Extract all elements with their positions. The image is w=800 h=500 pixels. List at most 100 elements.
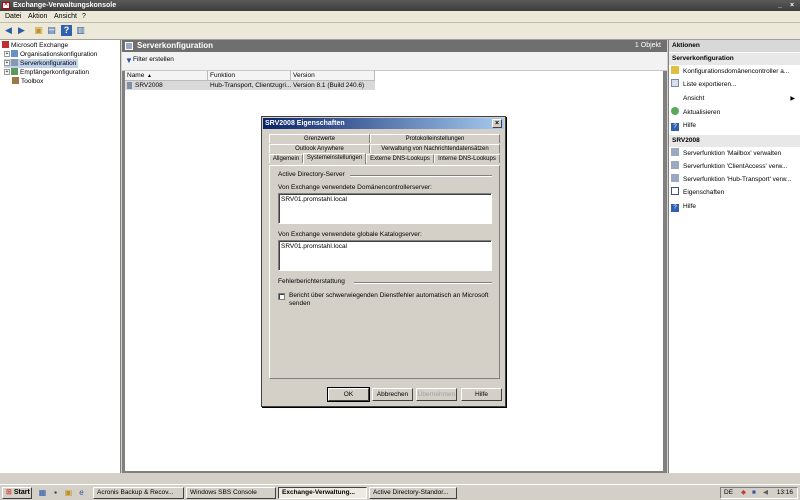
clock: 13:16 xyxy=(776,489,793,496)
help-icon[interactable]: ? xyxy=(61,25,72,36)
column-header-name[interactable]: Name ▲ xyxy=(125,71,208,81)
column-header-version[interactable]: Version xyxy=(291,71,375,81)
window-title: Exchange-Verwaltungskonsole xyxy=(13,2,117,9)
action-manage-hubtransport[interactable]: Serverfunktion 'Hub-Transport' verw... xyxy=(671,174,799,186)
task-ad-sites[interactable]: Active Directory-Standor... xyxy=(369,487,457,499)
tab-outlook-anywhere[interactable]: Outlook Anywhere xyxy=(269,144,370,153)
close-icon[interactable]: × xyxy=(492,119,502,128)
ok-button[interactable]: OK xyxy=(327,387,370,402)
dc-config-icon xyxy=(671,66,679,74)
tab-interne-dns[interactable]: Interne DNS-Lookups xyxy=(434,154,500,163)
action-help-2[interactable]: ? Hilfe xyxy=(671,201,799,213)
actions-section-serverkonfiguration[interactable]: Serverkonfiguration xyxy=(669,53,800,65)
explorer-icon[interactable]: ▣ xyxy=(64,488,73,497)
show-hide-tree-icon[interactable]: ▤ xyxy=(46,25,57,36)
tree-item-toolbox[interactable]: Toolbox xyxy=(12,77,43,86)
error-report-label-line2: senden xyxy=(289,300,311,307)
action-manage-mailbox[interactable]: Serverfunktion 'Mailbox' verwalten xyxy=(671,148,799,160)
object-count: 1 Objekt xyxy=(634,42,661,49)
powershell-icon[interactable]: ▪ xyxy=(51,488,60,497)
toolbox-icon xyxy=(12,77,19,84)
tree-item-serverkonfiguration[interactable]: + Serverkonfiguration xyxy=(4,59,79,68)
dc-server-list[interactable]: SRV01.promstahl.local xyxy=(278,193,492,224)
group-divider xyxy=(350,175,492,177)
column-header-funktion[interactable]: Funktion xyxy=(208,71,291,81)
action-pane-icon[interactable]: ▥ xyxy=(75,25,86,36)
tab-allgemein[interactable]: Allgemein xyxy=(269,154,303,163)
dialog-title: SRV2008 Eigenschaften xyxy=(265,120,345,127)
table-row[interactable]: SRV2008 Hub-Transport, Clientzugri... Ve… xyxy=(125,81,375,90)
action-manage-clientaccess[interactable]: Serverfunktion 'ClientAccess' verw... xyxy=(671,161,799,173)
filter-create-link[interactable]: Filter erstellen xyxy=(133,56,174,63)
windows-logo-icon: ⊞ xyxy=(6,489,12,496)
error-report-checkbox[interactable] xyxy=(278,293,285,300)
properties-icon xyxy=(671,187,679,195)
error-report-label-line1: Bericht über schwerwiegenden Dienstfehle… xyxy=(289,292,489,299)
group-divider xyxy=(354,282,492,284)
forward-icon[interactable]: ▶ xyxy=(16,25,27,36)
exchange-icon xyxy=(2,41,9,48)
dialog-titlebar: SRV2008 Eigenschaften × xyxy=(263,118,504,129)
tree-item-organisationskonfiguration[interactable]: + Organisationskonfiguration xyxy=(4,50,97,59)
action-help[interactable]: ? Hilfe xyxy=(671,120,799,132)
menu-bar: Datei Aktion Ansicht ? xyxy=(0,11,800,23)
window-titlebar: ✕ Exchange-Verwaltungskonsole _ × xyxy=(0,0,800,11)
menu-datei[interactable]: Datei xyxy=(5,13,21,20)
tab-externe-dns[interactable]: Externe DNS-Lookups xyxy=(366,154,434,163)
apply-button[interactable]: Übernehmen xyxy=(416,388,457,401)
tree-item-empfaengerkonfiguration[interactable]: + Empfängerkonfiguration xyxy=(4,68,89,77)
action-refresh[interactable]: Aktualisieren xyxy=(671,107,799,119)
cancel-button[interactable]: Abbrechen xyxy=(372,388,413,401)
task-exchange[interactable]: Exchange-Verwaltung... xyxy=(278,487,367,499)
language-indicator[interactable]: DE xyxy=(724,488,733,498)
tab-protokolleinstellungen[interactable]: Protokolleinstellungen xyxy=(370,134,500,143)
task-acronis[interactable]: Acronis Backup & Recov... xyxy=(93,487,184,499)
speaker-icon[interactable]: ◀ xyxy=(763,488,768,498)
export-icon xyxy=(671,79,679,87)
gc-server-list[interactable]: SRV01.promstahl.local xyxy=(278,240,492,271)
network-icon[interactable]: ■ xyxy=(752,488,756,498)
menu-aktion[interactable]: Aktion xyxy=(28,13,47,20)
close-window-icon[interactable]: × xyxy=(787,2,797,10)
server-icon xyxy=(127,82,132,89)
tray-icon[interactable]: ◆ xyxy=(741,488,746,498)
back-icon[interactable]: ◀ xyxy=(3,25,14,36)
action-export-list[interactable]: Liste exportieren... xyxy=(671,79,799,91)
actions-section-srv2008[interactable]: SRV2008 xyxy=(669,135,800,147)
help-button[interactable]: Hilfe xyxy=(461,388,502,401)
actions-header: Aktionen xyxy=(669,40,800,52)
tab-nachrichtendatensaetze[interactable]: Verwaltung von Nachrichtendatensätzen xyxy=(370,144,500,153)
submenu-arrow-icon: ▶ xyxy=(790,96,795,102)
tab-systemeinstellungen[interactable]: Systemeinstellungen xyxy=(303,153,366,164)
action-view[interactable]: Ansicht ▶ xyxy=(671,93,799,105)
row-function: Hub-Transport, Clientzugri... xyxy=(210,82,292,89)
expand-icon[interactable]: + xyxy=(4,60,10,66)
server-manager-icon[interactable]: ▦ xyxy=(38,488,47,497)
tree-root[interactable]: Microsoft Exchange xyxy=(2,41,68,50)
dc-server-label: Von Exchange verwendete Domänencontrolle… xyxy=(278,184,432,191)
filter-icon: ▼ xyxy=(125,56,133,65)
task-sbs-console[interactable]: Windows SBS Console xyxy=(186,487,276,499)
folder-up-icon[interactable]: ▣ xyxy=(33,25,44,36)
menu-ansicht[interactable]: Ansicht xyxy=(54,13,77,20)
server-icon xyxy=(11,59,18,66)
ie-icon[interactable]: e xyxy=(77,488,86,497)
tab-grenzwerte[interactable]: Grenzwerte xyxy=(269,134,370,143)
help-icon: ? xyxy=(671,123,679,131)
system-tray: DE ◆ ■ ◀ 13:16 xyxy=(720,487,798,499)
toolbar: ◀ ▶ ▣ ▤ ? ▥ xyxy=(0,23,800,40)
action-properties[interactable]: Eigenschaften xyxy=(671,187,799,199)
action-configure-dc[interactable]: Konfigurationsdomänencontroller a... xyxy=(671,66,799,78)
group-ad-server-label: Active Directory-Server xyxy=(278,171,345,178)
exchange-app-icon: ✕ xyxy=(2,2,10,9)
expand-icon[interactable]: + xyxy=(4,51,10,57)
start-button[interactable]: ⊞ Start xyxy=(2,487,32,499)
row-version: Version 8.1 (Build 240.6) xyxy=(293,82,365,89)
actions-pane: Aktionen Serverkonfiguration Konfigurati… xyxy=(668,40,800,473)
expand-icon[interactable]: + xyxy=(4,69,10,75)
minimize-icon[interactable]: _ xyxy=(775,2,785,10)
navigation-tree: Microsoft Exchange + Organisationskonfigu… xyxy=(0,40,121,473)
menu-help[interactable]: ? xyxy=(82,13,86,20)
sort-ascending-icon: ▲ xyxy=(147,73,152,79)
gc-server-label: Von Exchange verwendete globale Katalogs… xyxy=(278,231,422,238)
